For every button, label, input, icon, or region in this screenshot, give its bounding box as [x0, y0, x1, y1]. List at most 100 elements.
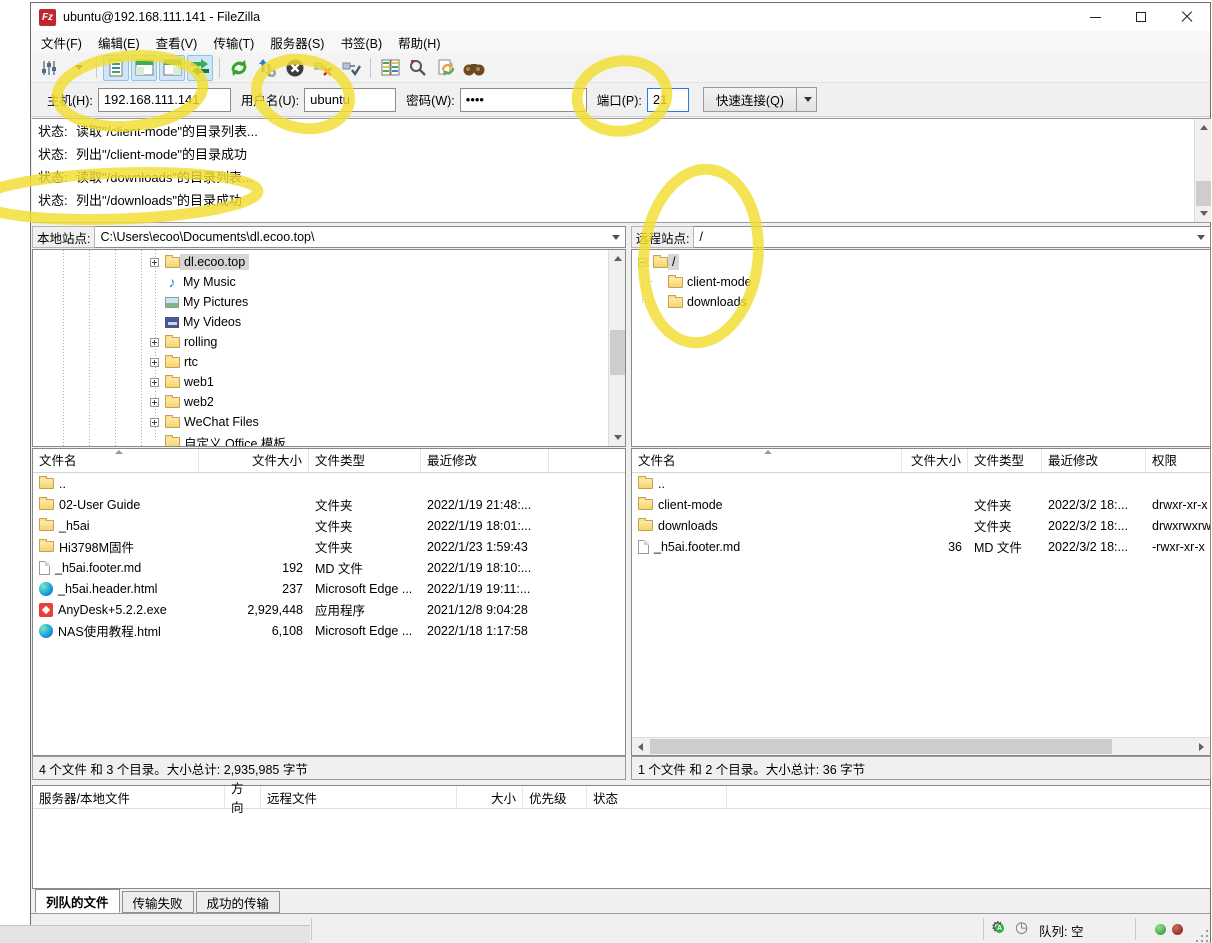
refresh-button[interactable]	[226, 55, 252, 81]
expand-icon[interactable]	[150, 418, 159, 427]
tree-item-my-pictures[interactable]: My Pictures	[165, 292, 252, 312]
column-header-modified[interactable]: 最近修改	[421, 449, 549, 472]
menu-file[interactable]: 文件(F)	[33, 30, 90, 55]
collapse-icon[interactable]	[638, 258, 647, 267]
minimize-button[interactable]	[1072, 3, 1118, 31]
expand-icon[interactable]	[150, 398, 159, 407]
resize-grip[interactable]	[1196, 930, 1208, 942]
tree-item-wechat-files[interactable]: WeChat Files	[150, 412, 263, 432]
file-row[interactable]: _h5ai.header.html 237 Microsoft Edge ...…	[33, 578, 625, 599]
file-row[interactable]: _h5ai.footer.md 36 MD 文件 2022/3/2 18:...…	[632, 536, 1210, 557]
menu-transfer[interactable]: 传输(T)	[205, 30, 262, 55]
file-row[interactable]: ..	[33, 473, 625, 494]
scroll-left-arrow[interactable]	[632, 738, 649, 756]
tree-item-rolling[interactable]: rolling	[150, 332, 221, 352]
transfer-mode-button[interactable]: ⚙A	[991, 918, 1004, 936]
scrollbar-thumb[interactable]	[610, 330, 625, 375]
scroll-up-arrow[interactable]	[609, 250, 626, 267]
file-row[interactable]: _h5ai.footer.md 192 MD 文件 2022/1/19 18:1…	[33, 557, 625, 578]
scroll-up-arrow[interactable]	[1195, 119, 1212, 136]
maximize-button[interactable]	[1118, 3, 1164, 31]
file-row[interactable]: AnyDesk+5.2.2.exe 2,929,448 应用程序 2021/12…	[33, 599, 625, 620]
menu-help[interactable]: 帮助(H)	[390, 30, 448, 55]
site-manager-dropdown[interactable]	[64, 55, 90, 81]
screen: Fz ubuntu@192.168.111.141 - FileZilla 文件…	[0, 0, 1212, 943]
toggle-remote-tree-button[interactable]	[159, 55, 185, 81]
expand-icon[interactable]	[150, 358, 159, 367]
tree-item-downloads[interactable]: downloads	[668, 292, 751, 312]
menu-view[interactable]: 查看(V)	[148, 30, 206, 55]
quickconnect-dropdown[interactable]	[797, 87, 817, 112]
tab-successful-transfers[interactable]: 成功的传输	[196, 891, 281, 913]
queue-column-direction[interactable]: 方向	[225, 786, 261, 808]
scrollbar-thumb[interactable]	[650, 739, 1112, 754]
file-row[interactable]: Hi3798M固件 文件夹 2022/1/23 1:59:43	[33, 536, 625, 557]
column-header-filesize[interactable]: 文件大小	[199, 449, 309, 472]
menu-server[interactable]: 服务器(S)	[262, 30, 332, 55]
reconnect-button[interactable]	[338, 55, 364, 81]
speed-limit-button[interactable]: ◷	[1015, 918, 1028, 936]
directory-comparison-button[interactable]	[377, 55, 403, 81]
queue-column-localfile[interactable]: 服务器/本地文件	[33, 786, 225, 808]
queue-column-priority[interactable]: 优先级	[523, 786, 587, 808]
column-header-modified[interactable]: 最近修改	[1042, 449, 1146, 472]
tab-failed-transfers[interactable]: 传输失败	[122, 891, 194, 913]
queue-column-status[interactable]: 状态	[587, 786, 727, 808]
queue-column-size[interactable]: 大小	[457, 786, 523, 808]
quickconnect-button[interactable]: 快速连接(Q)	[703, 87, 797, 112]
tree-item-my-videos[interactable]: My Videos	[165, 312, 245, 332]
file-row[interactable]: NAS使用教程.html 6,108 Microsoft Edge ... 20…	[33, 620, 625, 641]
toggle-local-tree-button[interactable]	[131, 55, 157, 81]
find-files-button[interactable]	[461, 55, 487, 81]
file-row[interactable]: _h5ai 文件夹 2022/1/19 18:01:...	[33, 515, 625, 536]
column-header-permissions[interactable]: 权限	[1146, 449, 1210, 472]
local-site-combobox[interactable]: C:\Users\ecoo\Documents\dl.ecoo.top\	[95, 226, 626, 248]
password-input[interactable]	[460, 88, 587, 112]
tab-queued-files[interactable]: 列队的文件	[35, 889, 120, 913]
column-header-filesize[interactable]: 文件大小	[902, 449, 968, 472]
expand-icon[interactable]	[150, 258, 159, 267]
expand-icon[interactable]	[150, 338, 159, 347]
scroll-down-arrow[interactable]	[609, 429, 626, 446]
local-tree-scrollbar[interactable]	[608, 250, 625, 446]
column-header-filetype[interactable]: 文件类型	[309, 449, 421, 472]
filter-button[interactable]	[405, 55, 431, 81]
chevron-down-icon[interactable]	[612, 235, 620, 240]
local-list-status: 4 个文件 和 3 个目录。大小总计: 2,935,985 字节	[32, 756, 626, 780]
host-input[interactable]	[98, 88, 231, 112]
queue-column-remotefile[interactable]: 远程文件	[261, 786, 457, 808]
remote-site-combobox[interactable]: /	[694, 226, 1211, 248]
disconnect-button[interactable]	[310, 55, 336, 81]
log-scrollbar[interactable]	[1194, 119, 1211, 222]
toggle-transfer-queue-button[interactable]	[187, 55, 213, 81]
site-manager-button[interactable]	[36, 55, 62, 81]
file-row[interactable]: downloads 文件夹 2022/3/2 18:... drwxrwxrwx	[632, 515, 1210, 536]
tree-item-client-mode[interactable]: client-mode	[668, 272, 756, 292]
tree-item-root[interactable]: /	[638, 252, 679, 272]
port-input[interactable]	[647, 88, 689, 112]
tree-item-dl-ecoo-top[interactable]: dl.ecoo.top	[150, 252, 249, 272]
scroll-down-arrow[interactable]	[1195, 205, 1212, 222]
tree-item-web1[interactable]: web1	[150, 372, 218, 392]
file-row[interactable]: 02-User Guide 文件夹 2022/1/19 21:48:...	[33, 494, 625, 515]
tree-item-web2[interactable]: web2	[150, 392, 218, 412]
scroll-right-arrow[interactable]	[1193, 738, 1210, 756]
toggle-message-log-button[interactable]	[103, 55, 129, 81]
close-button[interactable]	[1164, 3, 1210, 31]
scrollbar-thumb[interactable]	[1196, 181, 1211, 206]
chevron-down-icon[interactable]	[1197, 235, 1205, 240]
file-row[interactable]: ..	[632, 473, 1210, 494]
process-queue-button[interactable]	[254, 55, 280, 81]
username-input[interactable]	[304, 88, 396, 112]
column-header-filetype[interactable]: 文件类型	[968, 449, 1042, 472]
tree-item-rtc[interactable]: rtc	[150, 352, 202, 372]
tree-item-my-music[interactable]: ♪ My Music	[165, 272, 240, 292]
file-row[interactable]: client-mode 文件夹 2022/3/2 18:... drwxr-xr…	[632, 494, 1210, 515]
expand-icon[interactable]	[150, 378, 159, 387]
menu-edit[interactable]: 编辑(E)	[90, 30, 148, 55]
cancel-button[interactable]	[282, 55, 308, 81]
synchronized-browsing-button[interactable]	[433, 55, 459, 81]
tree-item-custom-office-templates[interactable]: 自定义 Office 模板	[165, 432, 290, 447]
remote-horizontal-scrollbar[interactable]	[632, 737, 1210, 755]
menu-bookmarks[interactable]: 书签(B)	[332, 30, 390, 55]
